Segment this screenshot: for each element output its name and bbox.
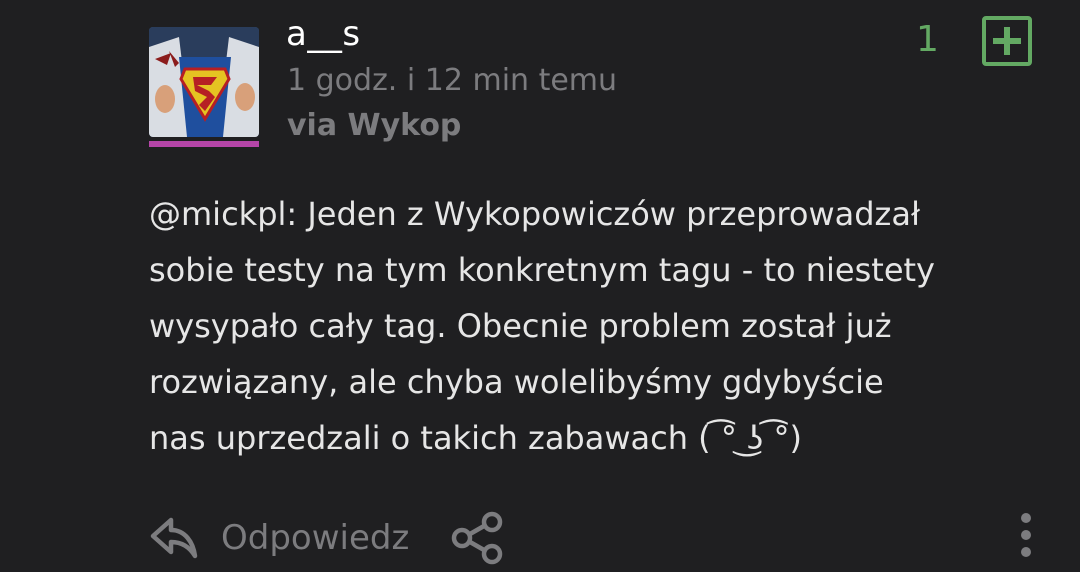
- comment-entry: a__s 1 godz. i 12 min temu via Wykop 1 @…: [0, 0, 1080, 572]
- comment-body: @mickpl: Jeden z Wykopowiczów przeprowad…: [149, 195, 935, 457]
- comment-actions: Odpowiedz: [149, 508, 505, 568]
- share-icon[interactable]: [449, 510, 505, 566]
- avatar[interactable]: [149, 27, 259, 137]
- source-label: via Wykop: [287, 108, 462, 143]
- plus-icon: [993, 27, 1021, 55]
- reply-button[interactable]: Odpowiedz: [149, 514, 409, 562]
- more-vertical-icon[interactable]: [1012, 510, 1040, 560]
- username[interactable]: a__s: [286, 14, 361, 54]
- upvote-button[interactable]: [982, 16, 1032, 66]
- avatar-color-bar: [149, 141, 259, 147]
- reply-label: Odpowiedz: [221, 518, 410, 558]
- reply-arrow-icon: [150, 517, 198, 559]
- avatar-container[interactable]: [149, 27, 259, 148]
- timestamp[interactable]: 1 godz. i 12 min temu: [287, 63, 617, 98]
- vote-count[interactable]: 1: [916, 19, 939, 60]
